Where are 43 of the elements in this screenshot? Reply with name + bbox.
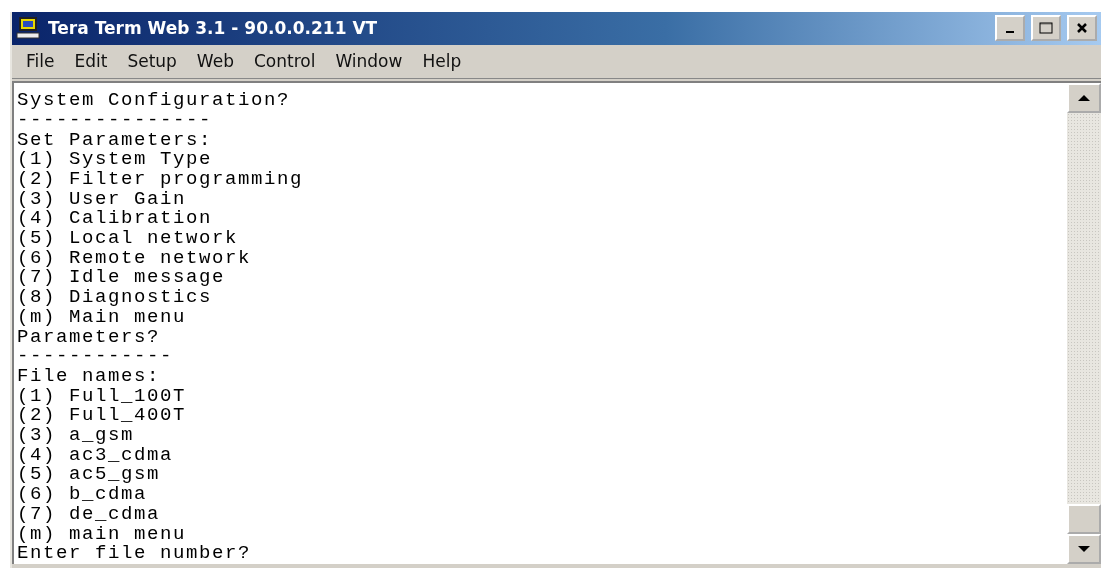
scroll-down-button[interactable] xyxy=(1067,534,1101,564)
terminal-line: (1) System Type xyxy=(17,150,213,170)
menu-item[interactable]: Help xyxy=(412,51,472,72)
terminal-app-icon xyxy=(16,16,42,41)
terminal-line: (2) Filter programming xyxy=(17,169,304,190)
terminal-line: (4) ac3_cdma xyxy=(17,445,174,466)
menu-item[interactable]: Setup xyxy=(117,51,187,72)
menu-item[interactable]: Web xyxy=(186,51,244,72)
scroll-thumb[interactable] xyxy=(1067,504,1101,534)
terminal-line: (6) b_cdma xyxy=(17,485,148,505)
minimize-icon xyxy=(1006,31,1014,34)
terminal-line: (7) Idle message xyxy=(17,268,226,289)
terminal-line: (3) a_gsm xyxy=(17,426,135,446)
close-button[interactable] xyxy=(1067,15,1097,42)
window-title: Tera Term Web 3.1 - 90.0.0.211 VT xyxy=(48,18,379,39)
maximize-icon xyxy=(1039,22,1053,35)
terminal-line: (6) Remote network xyxy=(17,248,252,269)
terminal-line: ------------ xyxy=(17,347,174,367)
terminal-line: (m) Main menu xyxy=(17,307,187,328)
menu-item[interactable]: Window xyxy=(325,51,413,72)
down-triangle-icon xyxy=(1078,545,1090,553)
terminal-line: (8) Diagnostics xyxy=(17,288,213,308)
terminal-line: --------------- xyxy=(17,110,213,131)
menu-item[interactable]: Control xyxy=(243,51,326,72)
terminal-line: (7) de_cdma xyxy=(17,504,161,525)
terminal-line: Enter file number? xyxy=(17,544,252,564)
scroll-up-button[interactable] xyxy=(1067,83,1101,114)
terminal-line: (5) ac5_gsm xyxy=(17,465,161,486)
terminal-line: File names: xyxy=(17,366,161,387)
terminal-line: (5) Local network xyxy=(17,229,239,249)
terminal-line: Parameters? xyxy=(17,327,161,348)
terminal-line: (3) User Gain xyxy=(17,189,187,210)
maximize-button[interactable] xyxy=(1031,15,1061,42)
terminal-line: (1) Full_100T xyxy=(17,386,187,407)
terminal-line: System Configuration? xyxy=(17,91,291,111)
menu-item[interactable]: Edit xyxy=(64,51,118,72)
terminal-line: (2) Full_400T xyxy=(17,406,187,427)
up-triangle-icon xyxy=(1078,94,1090,103)
menu-item[interactable]: File xyxy=(16,51,65,72)
terminal-line: (4) Calibration xyxy=(17,209,213,230)
terminal-line: Set Parameters: xyxy=(17,130,213,151)
terminal-line: (m) main menu xyxy=(17,524,187,545)
close-icon xyxy=(1076,22,1088,35)
